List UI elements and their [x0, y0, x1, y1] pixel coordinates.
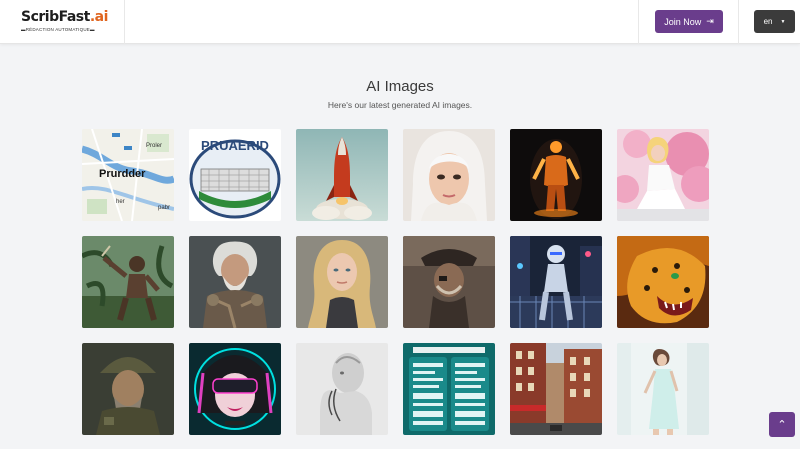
- language-select[interactable]: en ▼: [754, 10, 795, 33]
- stadium-text: PRUAERID: [201, 138, 269, 153]
- image-card-pink-blossom[interactable]: [617, 129, 709, 221]
- image-card-fire-figure[interactable]: [510, 129, 602, 221]
- image-card-map[interactable]: Prurdder Proler pabr her: [82, 129, 174, 221]
- logo-text: ScribFast.ai: [21, 9, 108, 25]
- image-card-old-warrior[interactable]: [189, 236, 281, 328]
- fire-figure-image: [510, 129, 602, 221]
- image-card-old-man-helmet[interactable]: [82, 343, 174, 435]
- image-card-tiger[interactable]: [617, 236, 709, 328]
- map-image: Prurdder Proler pabr her: [82, 129, 174, 221]
- pirate-image: [403, 236, 495, 328]
- street-image: [510, 343, 602, 435]
- image-card-woman-dress[interactable]: [617, 343, 709, 435]
- image-card-neon-girl[interactable]: [189, 343, 281, 435]
- map-label-c: her: [116, 199, 125, 205]
- pink-blossom-image: [617, 129, 709, 221]
- image-card-blonde-woman[interactable]: [296, 236, 388, 328]
- join-now-label: Join Now: [664, 16, 702, 27]
- site-header: ScribFast.ai ▬RÉDACTION AUTOMATIQUE▬ Joi…: [0, 0, 800, 44]
- image-card-silver-android[interactable]: [296, 343, 388, 435]
- old-warrior-image: [189, 236, 281, 328]
- neon-girl-image: [189, 343, 281, 435]
- logo-tagline: ▬RÉDACTION AUTOMATIQUE▬: [21, 27, 95, 32]
- map-city-label: Prurdder: [99, 168, 146, 180]
- login-icon: ⇥: [706, 16, 714, 26]
- woman-dress-image: [617, 343, 709, 435]
- chevron-up-icon: ⌃: [777, 419, 787, 431]
- image-card-portrait-white-hair[interactable]: [403, 129, 495, 221]
- section-subtitle: Here's our latest generated AI images.: [327, 100, 473, 110]
- image-grid: Prurdder Proler pabr her PRUAERID: [82, 129, 722, 435]
- section-title: AI Images: [366, 78, 434, 95]
- app-ui-image: [403, 343, 495, 435]
- old-man-helmet-image: [82, 343, 174, 435]
- join-cell: Join Now ⇥: [638, 0, 739, 44]
- image-card-app-ui[interactable]: [403, 343, 495, 435]
- caret-down-icon: ▼: [780, 18, 786, 25]
- image-card-pirate[interactable]: [403, 236, 495, 328]
- brand-logo[interactable]: ScribFast.ai ▬RÉDACTION AUTOMATIQUE▬: [0, 0, 125, 44]
- language-label: en: [763, 17, 773, 26]
- image-card-street[interactable]: [510, 343, 602, 435]
- image-card-jungle-warrior[interactable]: [82, 236, 174, 328]
- map-label-a: Proler: [146, 143, 162, 149]
- scroll-to-top-button[interactable]: ⌃: [769, 412, 795, 437]
- image-card-rocket[interactable]: [296, 129, 388, 221]
- jungle-warrior-image: [82, 236, 174, 328]
- blonde-woman-image: [296, 236, 388, 328]
- map-label-b: pabr: [158, 205, 170, 211]
- rocket-image: [296, 129, 388, 221]
- join-now-button[interactable]: Join Now ⇥: [655, 10, 723, 33]
- tiger-image: [617, 236, 709, 328]
- silver-android-image: [296, 343, 388, 435]
- image-card-robot-city[interactable]: [510, 236, 602, 328]
- stadium-image: PRUAERID: [189, 129, 281, 221]
- robot-city-image: [510, 236, 602, 328]
- image-card-stadium[interactable]: PRUAERID: [189, 129, 281, 221]
- portrait-white-hair-image: [403, 129, 495, 221]
